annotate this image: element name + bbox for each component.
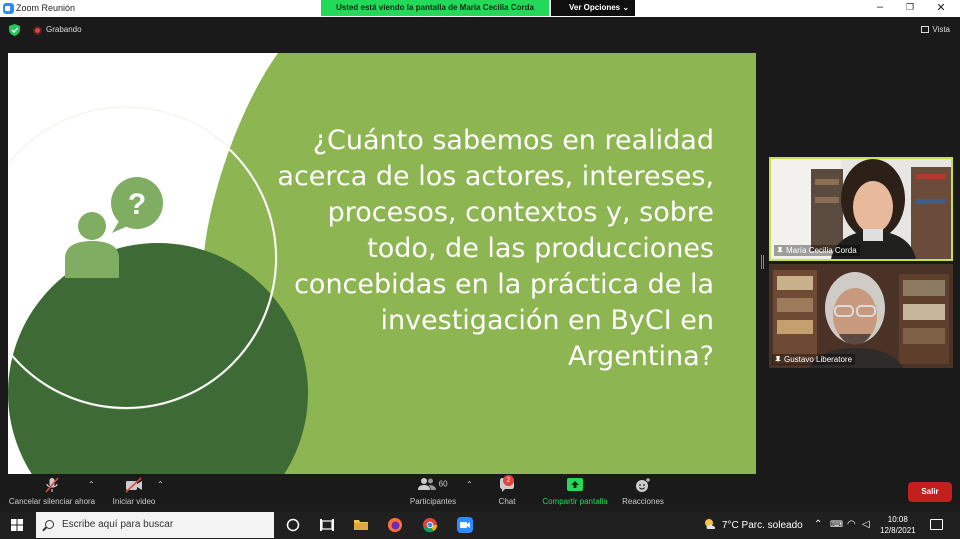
slide-line: concebidas en la práctica de la [294,269,714,300]
video-options-caret-icon[interactable]: ⌃ [157,480,164,489]
slide-question-text: ¿Cuánto sabemos en realidad acerca de lo… [244,123,714,375]
clock-date: 12/8/2021 [880,526,916,535]
participant-name-tag: María Cecilia Corda [774,245,860,256]
participant-tile-1[interactable]: María Cecilia Corda [769,157,953,261]
chevron-down-icon: ⌄ [622,3,630,12]
panel-splitter-handle[interactable] [761,255,764,269]
slide-line: acerca de los actores, intereses, [277,161,714,192]
reactions-label: Reacciones [622,497,664,506]
restore-icon[interactable]: ❐ [903,2,917,13]
zoom-logo-icon [3,3,14,14]
weather-widget[interactable]: 7°C Parc. soleado [703,518,803,531]
chat-badge: 2 [503,475,514,486]
search-placeholder: Escribe aquí para buscar [62,519,174,530]
participant-name: María Cecilia Corda [786,246,857,255]
slide-line: investigación en ByCI en [380,305,714,336]
weather-text: 7°C Parc. soleado [722,520,803,531]
security-shield-icon[interactable] [9,24,20,36]
participants-caret-icon[interactable]: ⌃ [466,480,473,489]
participant-video-2 [769,264,953,368]
start-video-button[interactable]: Iniciar video [108,477,160,506]
zoom-window: Zoom Reunión Usted está viendo la pantal… [0,0,960,539]
participant-video-1 [771,159,951,259]
firefox-icon[interactable] [386,516,404,534]
task-view-icon[interactable] [318,516,336,534]
person-body-shape [65,241,119,278]
title-bar: Zoom Reunión Usted está viendo la pantal… [0,0,960,17]
taskbar-search-input[interactable]: Escribe aquí para buscar [36,512,274,538]
slide-line: ¿Cuánto sabemos en realidad [312,125,714,156]
slide-line: procesos, contextos y, sobre [327,197,714,228]
network-icon[interactable]: ⌨ [830,519,843,530]
windows-start-icon[interactable] [11,519,23,531]
partly-sunny-icon [705,519,716,529]
participants-button[interactable]: 60 Participantes [405,477,461,506]
person-head-shape [78,212,106,240]
slide-line: todo, de las producciones [367,233,714,264]
windows-taskbar: Escribe aquí para buscar 7°C Parc. solea… [0,511,960,539]
slide-line: Argentina? [567,341,714,372]
screen-share-banner: Usted está viendo la pantalla de María C… [321,0,549,16]
participant-tile-2[interactable]: Gustavo Liberatore [769,264,953,368]
unmute-label: Cancelar silenciar ahora [8,497,96,506]
smiley-add-icon [636,478,650,492]
show-hidden-icons-chevron-icon[interactable]: ⌃ [814,519,822,530]
recording-icon [33,26,42,35]
view-label: Vista [932,25,950,34]
microphone-muted-icon [45,477,59,493]
chat-button[interactable]: 2 Chat [493,475,521,506]
share-screen-label: Compartir pantalla [542,497,608,506]
recording-label: Grabando [46,25,82,34]
start-video-label: Iniciar video [112,497,156,506]
question-mark-glyph: ? [128,188,146,221]
share-screen-icon [567,478,583,491]
meeting-top-strip: Grabando Vista [0,17,960,43]
close-icon[interactable]: ✕ [934,1,948,14]
participants-label: Participantes [409,497,457,506]
notifications-icon[interactable] [930,519,943,530]
chrome-icon[interactable] [421,516,439,534]
view-options-button[interactable]: Ver Opciones ⌄ [551,0,635,16]
chat-label: Chat [498,497,516,506]
reactions-button[interactable]: Reacciones [619,477,667,506]
file-explorer-icon[interactable] [352,516,370,534]
wifi-icon[interactable]: ◠ [847,519,856,530]
shared-slide: ? ¿Cuánto sabemos en realidad acerca de … [8,53,756,474]
video-camera-off-icon [125,477,142,493]
window-title: Zoom Reunión [16,3,76,13]
pin-icon [777,247,783,254]
unmute-button[interactable]: Cancelar silenciar ahora [6,477,98,506]
meeting-toolbar: Cancelar silenciar ahora ⌃ Iniciar video… [0,474,960,511]
share-screen-button[interactable]: Compartir pantalla [538,477,612,506]
grid-view-icon [921,26,930,33]
view-options-label: Ver Opciones [569,3,621,12]
volume-icon[interactable]: ◁ [862,519,870,530]
cortana-icon[interactable] [284,516,302,534]
search-icon [45,520,54,529]
participant-name: Gustavo Liberatore [784,355,853,364]
leave-button[interactable]: Salir [908,482,952,502]
pin-icon [775,356,781,363]
participants-icon-wrap: 60 [405,477,461,493]
zoom-app-icon[interactable] [456,516,474,534]
audio-options-caret-icon[interactable]: ⌃ [88,480,95,489]
participant-name-tag: Gustavo Liberatore [772,354,856,365]
participants-count: 60 [438,479,448,489]
participants-icon [418,478,437,490]
taskbar-clock[interactable]: 10:08 12/8/2021 [880,514,916,536]
clock-time: 10:08 [887,515,908,524]
minimize-icon[interactable]: – [873,1,887,13]
view-button[interactable]: Vista [921,25,950,34]
